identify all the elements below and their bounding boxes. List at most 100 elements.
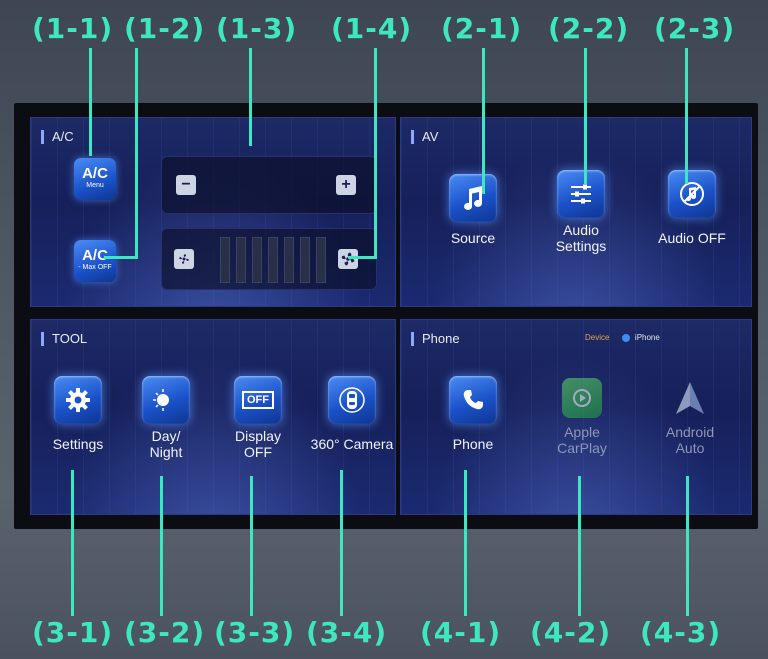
display-off-app[interactable]: OFF Display OFF	[225, 376, 291, 460]
source-app[interactable]: Source	[443, 174, 503, 246]
leader-line-4-1	[464, 470, 467, 616]
leader-line-1-3	[249, 48, 252, 146]
callout-4-3: (4-3)	[640, 616, 722, 649]
display-off-icon-text: OFF	[242, 391, 274, 409]
leader-line-3-2	[160, 476, 163, 616]
audio-settings-line-2: Settings	[555, 238, 607, 254]
display-off-label: Display OFF	[225, 428, 291, 460]
android-auto-label: Android Auto	[653, 424, 727, 456]
bluetooth-device-icon	[621, 333, 630, 342]
fan-level-bar-3	[252, 237, 262, 283]
ac-menu-main-label: A/C	[82, 165, 108, 182]
callout-1-4: (1-4)	[331, 12, 413, 45]
camera-360-label: 360° Camera	[310, 436, 394, 452]
device-status: Device iPhone	[585, 333, 660, 342]
callout-4-1: (4-1)	[420, 616, 502, 649]
leader-line-1-1	[89, 48, 92, 156]
callout-3-2: (3-2)	[124, 616, 206, 649]
day-night-label: Day/ Night	[133, 428, 199, 460]
temperature-down-button[interactable]: −	[176, 175, 196, 195]
leader-line-3-4	[340, 470, 343, 616]
leader-line-3-3	[250, 476, 253, 616]
day-night-line-1: Day/	[151, 428, 181, 444]
display-off-line-2: OFF	[244, 444, 272, 460]
fan-speed-control	[161, 228, 377, 290]
fan-level-bar-2	[236, 237, 246, 283]
day-night-line-2: Night	[149, 444, 183, 460]
day-night-icon	[142, 376, 190, 424]
leader-line-2-1	[482, 48, 485, 194]
camera-360-app[interactable]: 360° Camera	[309, 376, 395, 452]
ac-panel-title: A/C	[41, 130, 74, 144]
callout-1-3: (1-3)	[216, 12, 298, 45]
carplay-line-2: CarPlay	[557, 440, 607, 456]
fan-level-bar-4	[268, 237, 278, 283]
callout-3-1: (3-1)	[32, 616, 114, 649]
callout-2-2: (2-2)	[548, 12, 630, 45]
callout-1-2: (1-2)	[124, 12, 206, 45]
settings-app[interactable]: Settings	[45, 376, 111, 452]
callout-3-3: (3-3)	[214, 616, 296, 649]
device-name: iPhone	[634, 333, 660, 342]
audio-off-label: Audio OFF	[658, 230, 726, 246]
fan-small-icon	[179, 254, 189, 264]
leader-line-1-2-vertical	[135, 48, 138, 258]
settings-label: Settings	[52, 436, 104, 452]
equalizer-icon	[557, 170, 605, 218]
car-camera-icon	[328, 376, 376, 424]
fan-level-bar-1	[220, 237, 230, 283]
temperature-control: − +	[161, 156, 377, 214]
leader-line-2-3	[685, 48, 688, 184]
leader-line-2-2	[584, 48, 587, 184]
display-off-line-1: Display	[235, 428, 281, 444]
audio-settings-label: Audio Settings	[549, 222, 613, 254]
android-auto-app[interactable]: Android Auto	[653, 378, 727, 456]
fan-large-icon	[341, 252, 355, 266]
fan-level-bar-7	[316, 237, 326, 283]
carplay-icon	[562, 378, 602, 418]
muted-music-icon	[668, 170, 716, 218]
display-off-icon: OFF	[234, 376, 282, 424]
leader-line-4-2	[578, 476, 581, 616]
carplay-label: Apple CarPlay	[547, 424, 617, 456]
leader-line-1-2-horizontal	[104, 256, 138, 259]
ac-panel: A/C A/C Menu A/C - Max OFF − +	[30, 117, 396, 307]
ac-max-off-sub-label: - Max OFF	[78, 264, 112, 271]
phone-panel: Phone Device iPhone Phone Apple CarPlay	[400, 319, 752, 515]
callout-2-1: (2-1)	[441, 12, 523, 45]
leader-line-4-3	[686, 476, 689, 616]
apple-carplay-app[interactable]: Apple CarPlay	[547, 378, 617, 456]
device-label: Device	[585, 333, 610, 342]
fan-level-bar-6	[300, 237, 310, 283]
audio-settings-app[interactable]: Audio Settings	[549, 170, 613, 254]
tool-panel-title: TOOL	[41, 332, 87, 346]
fan-level-bar-5	[284, 237, 294, 283]
av-panel-title: AV	[411, 130, 438, 144]
fan-up-button[interactable]	[338, 249, 358, 269]
android-auto-line-2: Auto	[675, 440, 705, 456]
day-night-app[interactable]: Day/ Night	[133, 376, 199, 460]
android-auto-line-1: Android	[665, 424, 715, 440]
music-note-icon	[449, 174, 497, 222]
phone-app[interactable]: Phone	[443, 376, 503, 452]
gear-icon	[54, 376, 102, 424]
head-unit-screen: A/C A/C Menu A/C - Max OFF − + AV Source…	[14, 103, 758, 529]
audio-settings-line-1: Audio	[563, 222, 599, 238]
fan-down-button[interactable]	[174, 249, 194, 269]
audio-off-app[interactable]: Audio OFF	[649, 170, 735, 246]
callout-1-1: (1-1)	[32, 12, 114, 45]
leader-line-1-4-horizontal	[348, 256, 377, 259]
ac-max-off-button[interactable]: A/C - Max OFF	[74, 240, 116, 282]
android-auto-icon	[670, 378, 710, 418]
ac-menu-button[interactable]: A/C Menu	[74, 158, 116, 200]
phone-panel-title: Phone	[411, 332, 460, 346]
callout-3-4: (3-4)	[306, 616, 388, 649]
callout-2-3: (2-3)	[654, 12, 736, 45]
av-panel: AV Source Audio Settings Audio OFF	[400, 117, 752, 307]
phone-label: Phone	[452, 436, 494, 452]
leader-line-3-1	[71, 470, 74, 616]
source-label: Source	[450, 230, 496, 246]
carplay-line-1: Apple	[564, 424, 600, 440]
temperature-up-button[interactable]: +	[336, 175, 356, 195]
callout-4-2: (4-2)	[530, 616, 612, 649]
